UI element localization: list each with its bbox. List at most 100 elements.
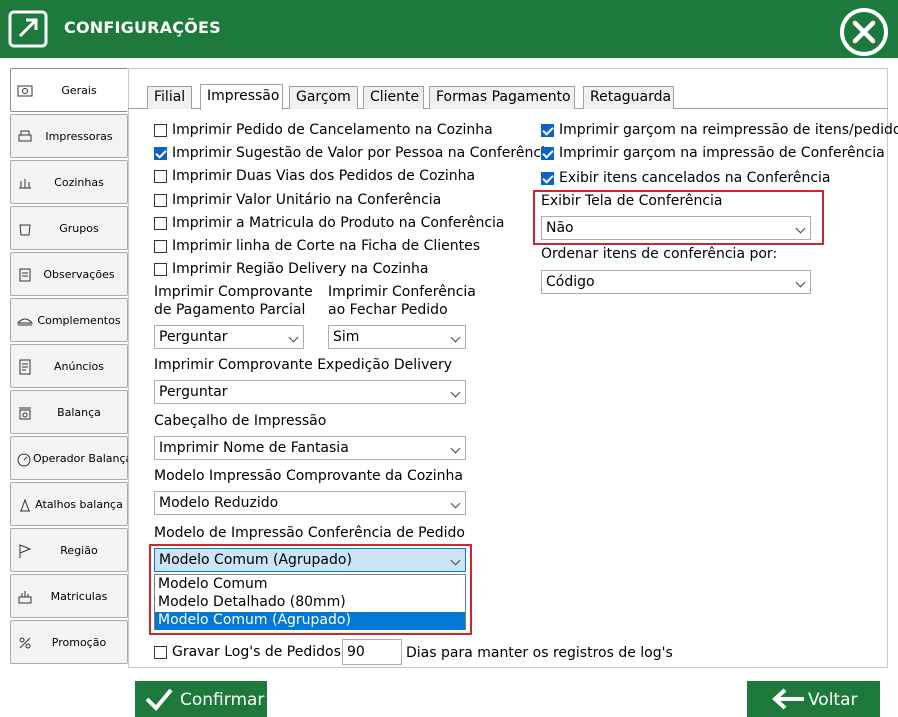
chevron-down-icon	[450, 555, 461, 566]
sidebar-item-label: Grupos	[59, 222, 99, 235]
checkbox[interactable]	[154, 170, 167, 183]
chevron-down-icon	[450, 443, 461, 454]
sidebar-item-grupos[interactable]: Grupos	[10, 206, 128, 250]
ordenar-label: Ordenar itens de conferência por:	[541, 246, 778, 262]
modelo-cozinha-select[interactable]: Modelo Reduzido	[154, 491, 466, 515]
ordenar-select[interactable]: Código	[541, 270, 811, 294]
checkbox[interactable]	[154, 263, 167, 276]
select-value: Sim	[333, 329, 360, 345]
tab-formas-pagamento[interactable]: Formas Pagamento	[429, 86, 575, 109]
checkbox-label: Imprimir Duas Vias dos Pedidos de Cozinh…	[172, 168, 476, 184]
sidebar-item-gerais[interactable]: Gerais	[10, 68, 128, 112]
title-bar: CONFIGURAÇÕES	[0, 0, 898, 58]
sidebar-item-operador-balanca[interactable]: Operador Balança	[10, 436, 132, 480]
sidebar-item-matriculas[interactable]: Matriculas	[10, 574, 128, 618]
sidebar-item-promocao[interactable]: Promoção	[10, 620, 128, 664]
checkbox[interactable]	[154, 147, 167, 160]
checkbox[interactable]	[154, 646, 167, 659]
confirm-button[interactable]: Confirmar	[135, 681, 267, 717]
back-button-label: Voltar	[808, 690, 858, 710]
checkbox[interactable]	[541, 124, 554, 137]
promotion-icon	[19, 637, 31, 649]
printer-icon	[18, 130, 32, 142]
sidebar-item-label: Atalhos balança	[35, 498, 123, 511]
checkbox-label: Imprimir Pedido de Cancelamento na Cozin…	[172, 122, 493, 138]
select-value: Não	[546, 220, 574, 236]
sidebar-item-label: Gerais	[61, 84, 97, 97]
checkbox-label: Imprimir linha de Corte na Ficha de Clie…	[172, 238, 480, 254]
settings-icon	[17, 85, 33, 97]
checkbox[interactable]	[154, 217, 167, 230]
comprovante-parcial-select[interactable]: Perguntar	[154, 325, 304, 349]
select-value: Perguntar	[159, 329, 228, 345]
conferencia-fechar-select[interactable]: Sim	[328, 325, 466, 349]
check-icon	[145, 688, 173, 711]
modelo-conferencia-label: Modelo de Impressão Conferência de Pedid…	[154, 525, 465, 541]
sidebar-item-balanca[interactable]: Balança	[10, 390, 128, 434]
sidebar-item-anuncios[interactable]: Anúncios	[10, 344, 128, 388]
tab-retaguarda[interactable]: Retaguarda	[583, 86, 674, 109]
select-value: Perguntar	[159, 384, 228, 400]
sidebar-item-label: Observações	[43, 268, 115, 281]
chevron-down-icon	[795, 223, 806, 234]
chevron-down-icon	[795, 277, 806, 288]
sidebar-item-complementos[interactable]: Complementos	[10, 298, 128, 342]
chevron-down-icon	[450, 332, 461, 343]
select-value: Código	[546, 274, 595, 290]
checkbox-label: Imprimir Sugestão de Valor por Pessoa na…	[172, 145, 554, 161]
dropdown-option[interactable]: Modelo Comum	[155, 576, 465, 594]
select-value: Modelo Comum (Agrupado)	[159, 552, 352, 568]
select-value: Imprimir Nome de Fantasia	[159, 440, 349, 456]
checkbox[interactable]	[154, 194, 167, 207]
tab-impressao[interactable]: Impressão	[200, 84, 283, 110]
dropdown-option[interactable]: Modelo Detalhado (80mm)	[155, 594, 465, 612]
checkbox[interactable]	[541, 172, 554, 185]
close-icon[interactable]	[838, 6, 890, 58]
arrow-left-icon	[772, 688, 804, 710]
document-icon	[19, 359, 31, 375]
sidebar-item-impressoras[interactable]: Impressoras	[10, 114, 128, 158]
checkbox-label: Exibir itens cancelados na Conferência	[559, 170, 831, 186]
notes-icon	[19, 268, 31, 282]
sidebar-item-label: Promoção	[51, 636, 107, 649]
kitchen-icon	[19, 179, 31, 189]
flag-icon	[19, 544, 32, 558]
tab-filial[interactable]: Filial	[147, 86, 192, 109]
modelo-conferencia-dropdown: Modelo Comum Modelo Detalhado (80mm) Mod…	[154, 574, 466, 630]
cabecalho-select[interactable]: Imprimir Nome de Fantasia	[154, 436, 466, 460]
exibir-tela-select[interactable]: Não	[541, 216, 811, 240]
log-days-suffix: Dias para manter os registros de log's	[406, 645, 673, 661]
expedicao-delivery-select[interactable]: Perguntar	[154, 380, 466, 404]
dropdown-option-selected[interactable]: Modelo Comum (Agrupado)	[155, 612, 465, 630]
modelo-cozinha-label: Modelo Impressão Comprovante da Cozinha	[154, 468, 463, 484]
registrations-icon	[18, 591, 32, 604]
comprovante-parcial-label-2: de Pagamento Parcial	[154, 302, 306, 318]
modelo-conferencia-select[interactable]: Modelo Comum (Agrupado)	[154, 548, 466, 572]
groups-icon	[19, 224, 31, 236]
sidebar-item-cozinhas[interactable]: Cozinhas	[10, 160, 128, 204]
tab-cliente[interactable]: Cliente	[363, 86, 424, 109]
checkbox[interactable]	[541, 147, 554, 160]
scale-shortcut-icon	[20, 498, 30, 512]
select-value: Modelo Reduzido	[159, 495, 279, 511]
expedicao-delivery-label: Imprimir Comprovante Expedição Delivery	[154, 357, 453, 373]
sidebar-item-label: Matriculas	[50, 590, 108, 603]
sidebar-item-observacoes[interactable]: Observações	[10, 252, 128, 296]
checkbox-label: Imprimir garçom na reimpressão de itens/…	[559, 122, 898, 138]
sidebar-item-regiao[interactable]: Região	[10, 528, 128, 572]
log-days-input[interactable]: 90	[342, 639, 402, 665]
cabecalho-label: Cabeçalho de Impressão	[154, 413, 327, 429]
checkbox[interactable]	[154, 240, 167, 253]
exibir-tela-label: Exibir Tela de Conferência	[541, 193, 723, 209]
chevron-down-icon	[288, 332, 299, 343]
tab-garcom[interactable]: Garçom	[289, 86, 358, 109]
checkbox-label: Imprimir Valor Unitário na Conferência	[172, 192, 442, 208]
conferencia-fechar-label-2: ao Fechar Pedido	[328, 302, 448, 318]
checkbox-label: Imprimir garçom na impressão de Conferên…	[559, 145, 885, 161]
sidebar-item-atalhos-balanca[interactable]: Atalhos balança	[10, 482, 128, 526]
scale-operator-icon	[17, 453, 31, 467]
app-logo-icon	[8, 10, 48, 48]
back-button[interactable]: Voltar	[747, 681, 880, 717]
checkbox[interactable]	[154, 124, 167, 137]
complements-icon	[17, 318, 33, 326]
